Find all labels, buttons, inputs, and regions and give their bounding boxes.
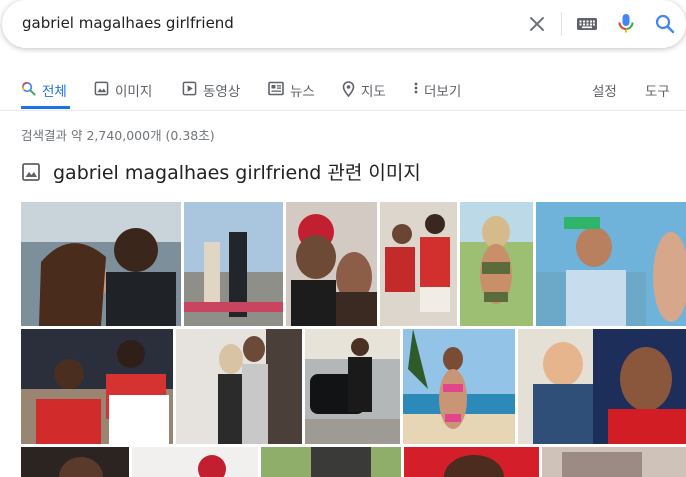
tab-images[interactable]: 이미지 bbox=[94, 80, 152, 110]
keyboard-icon[interactable] bbox=[575, 15, 599, 33]
close-icon[interactable] bbox=[526, 13, 548, 35]
image-result-16[interactable] bbox=[542, 447, 686, 477]
news-icon bbox=[268, 81, 284, 96]
search-icon bbox=[22, 82, 36, 96]
image-result-10[interactable] bbox=[403, 329, 515, 444]
image-result-11[interactable] bbox=[518, 329, 686, 444]
image-icon bbox=[94, 81, 109, 96]
images-section-title: gabriel magalhaes girlfriend 관련 이미지 bbox=[53, 162, 421, 184]
tab-images-label: 이미지 bbox=[115, 84, 153, 100]
settings-label: 설정 bbox=[592, 84, 617, 100]
tab-news-label: 뉴스 bbox=[290, 84, 315, 100]
tab-maps-label: 지도 bbox=[361, 84, 386, 100]
more-vert-icon bbox=[414, 82, 418, 94]
image-result-7[interactable] bbox=[21, 329, 173, 444]
settings-link[interactable]: 설정 bbox=[592, 80, 617, 110]
active-tab-indicator bbox=[21, 106, 70, 109]
image-result-8[interactable] bbox=[176, 329, 302, 444]
image-result-4[interactable] bbox=[380, 202, 457, 326]
tab-more[interactable]: 더보기 bbox=[414, 80, 461, 110]
image-result-14[interactable] bbox=[261, 447, 401, 477]
image-result-2[interactable] bbox=[184, 202, 283, 326]
search-box[interactable]: gabriel magalhaes girlfriend bbox=[2, 0, 686, 48]
image-result-1[interactable] bbox=[21, 202, 181, 326]
search-divider bbox=[561, 12, 562, 36]
images-section-header[interactable]: gabriel magalhaes girlfriend 관련 이미지 bbox=[21, 158, 421, 185]
image-result-9[interactable] bbox=[305, 329, 400, 444]
tab-videos-label: 동영상 bbox=[203, 84, 241, 100]
tools-label: 도구 bbox=[645, 84, 670, 100]
search-icon[interactable] bbox=[654, 13, 676, 35]
image-result-6[interactable] bbox=[536, 202, 686, 326]
tools-link[interactable]: 도구 bbox=[645, 80, 670, 110]
tab-more-label: 더보기 bbox=[424, 84, 462, 100]
search-input[interactable]: gabriel magalhaes girlfriend bbox=[22, 14, 234, 32]
tab-all-label: 전체 bbox=[42, 84, 67, 100]
search-tabs: 전체 이미지 동영상 뉴스 지도 더보기 설정 도구 bbox=[0, 72, 686, 110]
video-icon bbox=[182, 81, 197, 96]
image-result-15[interactable] bbox=[404, 447, 539, 477]
tab-maps[interactable]: 지도 bbox=[342, 80, 386, 110]
tab-videos[interactable]: 동영상 bbox=[182, 80, 240, 110]
image-icon bbox=[22, 162, 40, 181]
result-stats: 검색결과 약 2,740,000개 (0.38초) bbox=[21, 128, 215, 143]
image-result-12[interactable] bbox=[21, 447, 129, 477]
map-pin-icon bbox=[342, 81, 355, 97]
image-result-13[interactable] bbox=[132, 447, 258, 477]
tab-news[interactable]: 뉴스 bbox=[268, 80, 315, 110]
tabs-divider bbox=[0, 110, 686, 111]
microphone-icon[interactable] bbox=[616, 12, 636, 36]
image-result-3[interactable] bbox=[286, 202, 377, 326]
image-result-5[interactable] bbox=[460, 202, 533, 326]
